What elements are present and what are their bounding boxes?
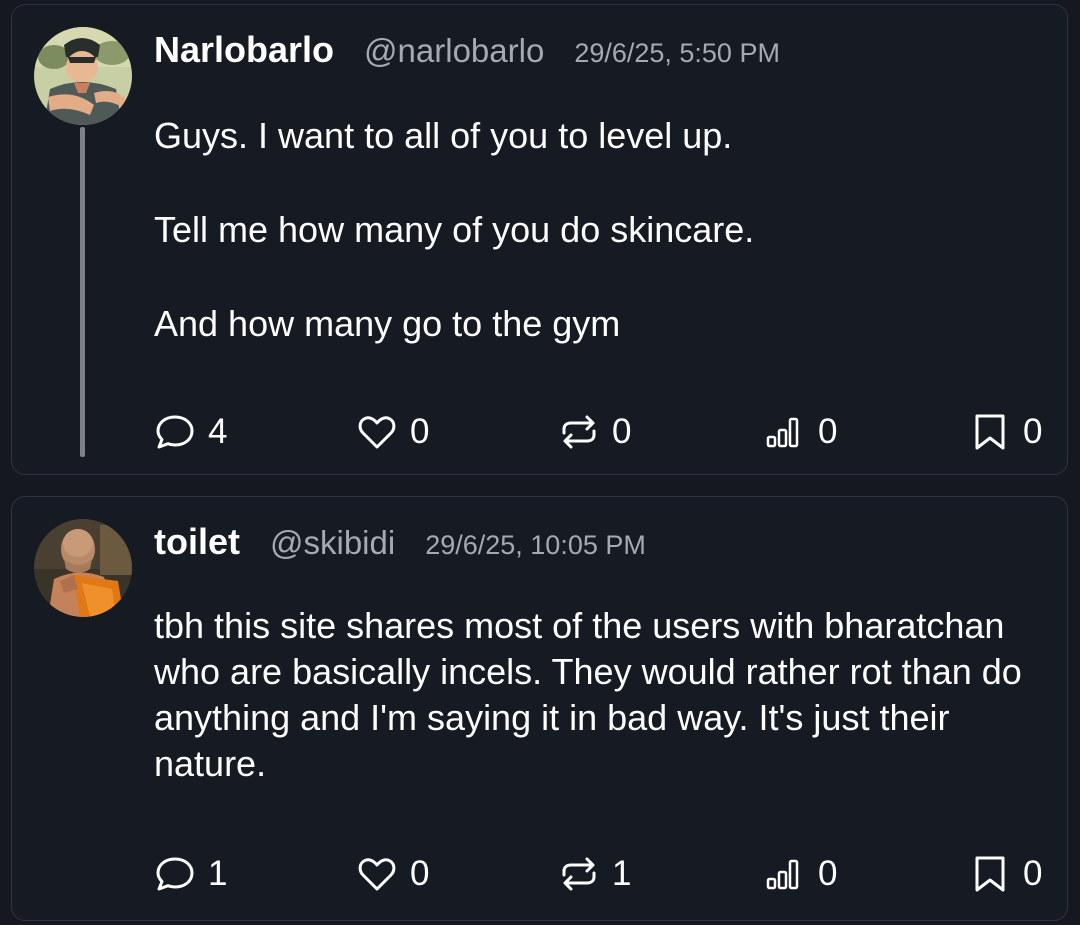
like-count: 0	[410, 854, 430, 893]
display-name[interactable]: toilet	[154, 521, 240, 563]
user-handle[interactable]: @skibidi	[270, 524, 395, 562]
post-actions: 1 0 1 0 0	[154, 849, 1054, 899]
speech-bubble-icon	[156, 415, 194, 449]
display-name[interactable]: Narlobarlo	[154, 29, 334, 71]
anime-character-avatar-icon	[34, 27, 132, 125]
views-count: 0	[818, 854, 838, 893]
bar-chart-icon	[766, 417, 799, 448]
repost-count: 0	[612, 412, 632, 451]
like-button[interactable]: 0	[356, 407, 429, 457]
reply-count: 1	[208, 854, 228, 893]
post-body: tbh this site shares most of the users w…	[154, 603, 1054, 835]
post-header: Narlobarlo @narlobarlo 29/6/25, 5:50 PM	[154, 29, 780, 71]
post-header: toilet @skibidi 29/6/25, 10:05 PM	[154, 521, 646, 563]
like-count: 0	[410, 412, 430, 451]
monk-photo-avatar-icon	[34, 519, 132, 617]
heart-icon	[358, 858, 396, 891]
reply-button[interactable]: 4	[154, 407, 227, 457]
like-button[interactable]: 0	[356, 849, 429, 899]
views-button[interactable]: 0	[764, 407, 837, 457]
speech-bubble-icon	[156, 857, 194, 891]
repost-button[interactable]: 1	[558, 849, 631, 899]
avatar[interactable]	[34, 519, 132, 617]
user-handle[interactable]: @narlobarlo	[364, 32, 544, 70]
post-actions: 4 0 0 0 0	[154, 407, 1054, 457]
post-paragraph: And how many go to the gym	[154, 303, 621, 344]
post-paragraph: tbh this site shares most of the users w…	[154, 605, 1022, 784]
bookmark-icon	[975, 856, 1005, 892]
bookmark-button[interactable]: 0	[969, 407, 1042, 457]
reply-count: 4	[208, 412, 228, 451]
bookmark-count: 0	[1023, 412, 1043, 451]
post-paragraph: Tell me how many of you do skincare.	[154, 209, 755, 250]
bookmark-count: 0	[1023, 854, 1043, 893]
bookmark-button[interactable]: 0	[969, 849, 1042, 899]
views-button[interactable]: 0	[764, 849, 837, 899]
heart-icon	[358, 416, 396, 449]
post-card[interactable]: toilet @skibidi 29/6/25, 10:05 PM tbh th…	[11, 496, 1068, 921]
reply-button[interactable]: 1	[154, 849, 227, 899]
repost-count: 1	[612, 854, 632, 893]
post-timestamp[interactable]: 29/6/25, 10:05 PM	[425, 530, 646, 561]
avatar[interactable]	[34, 27, 132, 125]
bar-chart-icon	[766, 859, 799, 890]
repost-arrows-icon	[562, 415, 596, 449]
bookmark-icon	[975, 414, 1005, 450]
views-count: 0	[818, 412, 838, 451]
post-body: Guys. I want to all of you to level up. …	[154, 113, 1054, 395]
post-timestamp[interactable]: 29/6/25, 5:50 PM	[574, 38, 780, 69]
post-card[interactable]: Narlobarlo @narlobarlo 29/6/25, 5:50 PM …	[11, 4, 1068, 475]
repost-arrows-icon	[562, 857, 596, 891]
repost-button[interactable]: 0	[558, 407, 631, 457]
post-paragraph: Guys. I want to all of you to level up.	[154, 115, 733, 156]
thread-connector-line	[80, 127, 85, 457]
